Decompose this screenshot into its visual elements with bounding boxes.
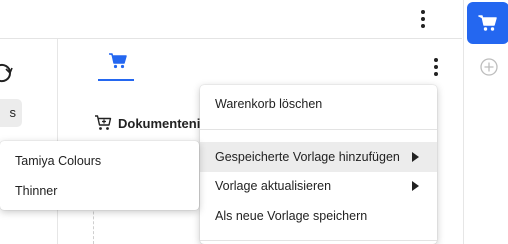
cart-context-menu: Warenkorb löschen Gespeicherte Vorlage h… bbox=[200, 85, 437, 244]
cart-button[interactable] bbox=[467, 2, 508, 44]
right-sidebar bbox=[463, 0, 508, 244]
submenu-item-template[interactable]: Tamiya Colours bbox=[0, 146, 199, 176]
plus-circle-icon[interactable] bbox=[480, 58, 498, 76]
more-options-icon[interactable] bbox=[420, 10, 426, 28]
menu-divider bbox=[200, 129, 437, 130]
active-tab-indicator bbox=[98, 79, 134, 81]
menu-divider bbox=[200, 240, 437, 241]
menu-item-add-saved-template[interactable]: Gespeicherte Vorlage hinzufügen bbox=[200, 142, 437, 172]
menu-item-update-template[interactable]: Vorlage aktualisieren bbox=[200, 171, 437, 201]
cart-icon[interactable] bbox=[108, 53, 128, 69]
chevron-right-icon bbox=[412, 152, 419, 162]
refresh-icon[interactable] bbox=[0, 63, 14, 83]
menu-item-clear-cart[interactable]: Warenkorb löschen bbox=[200, 89, 437, 119]
menu-item-save-new-template[interactable]: Als neue Vorlage speichern bbox=[200, 201, 437, 231]
saved-templates-submenu: Tamiya Colours Thinner bbox=[0, 141, 199, 210]
menu-item-label: Als neue Vorlage speichern bbox=[215, 209, 368, 223]
menu-item-label: Warenkorb löschen bbox=[215, 97, 323, 111]
menu-item-label: Gespeicherte Vorlage hinzufügen bbox=[215, 150, 400, 164]
cart-outline-icon bbox=[95, 115, 112, 130]
menu-item-label: Vorlage aktualisieren bbox=[215, 179, 332, 193]
top-bar bbox=[0, 0, 462, 39]
submenu-item-template[interactable]: Thinner bbox=[0, 176, 199, 206]
filter-chip[interactable]: s bbox=[0, 99, 22, 127]
document-title-text: Dokumenteni bbox=[118, 115, 201, 131]
cart-options-icon[interactable] bbox=[433, 58, 439, 76]
chevron-right-icon bbox=[412, 181, 419, 191]
cart-icon bbox=[478, 14, 497, 31]
submenu-item-label: Thinner bbox=[15, 184, 58, 198]
submenu-item-label: Tamiya Colours bbox=[15, 154, 102, 168]
document-title: Dokumenteni bbox=[94, 113, 200, 133]
